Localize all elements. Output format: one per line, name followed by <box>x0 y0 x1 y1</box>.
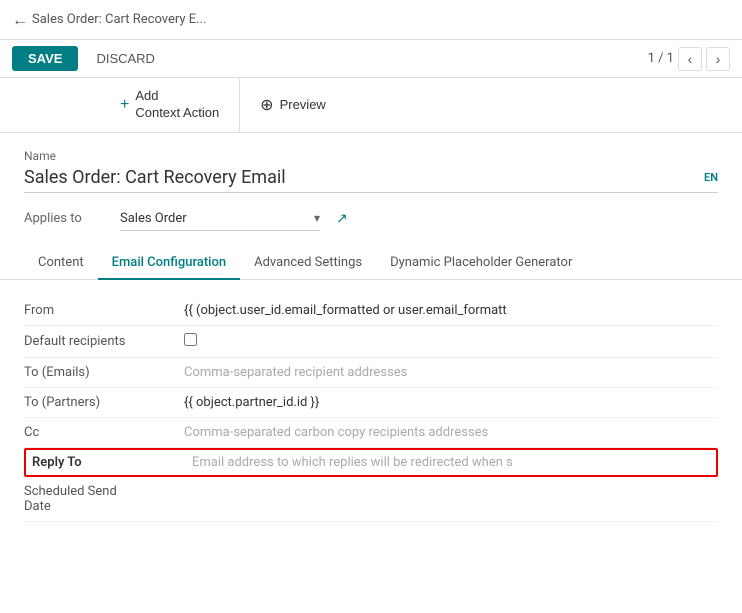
name-value[interactable]: Sales Order: Cart Recovery Email EN <box>24 167 718 193</box>
preview-icon: ⊕ <box>260 95 273 115</box>
tab-advanced-settings[interactable]: Advanced Settings <box>240 247 376 280</box>
to-emails-label: To (Emails) <box>24 365 184 380</box>
to-emails-value[interactable]: Comma-separated recipient addresses <box>184 365 718 380</box>
discard-button[interactable]: DISCARD <box>86 46 165 71</box>
dropdown-arrow-icon: ▾ <box>314 211 320 225</box>
next-button[interactable]: › <box>706 47 730 71</box>
preview-label: Preview <box>280 97 326 112</box>
to-partners-row: To (Partners) {{ object.partner_id.id }} <box>24 388 718 418</box>
tab-content[interactable]: Content <box>24 247 98 280</box>
default-recipients-checkbox[interactable] <box>184 333 197 346</box>
back-link[interactable]: ← Sales Order: Cart Recovery E... <box>12 10 206 30</box>
toolbar: + AddContext Action ⊕ Preview <box>0 78 742 133</box>
pagination: 1 / 1 ‹ › <box>648 47 730 71</box>
top-bar: ← Sales Order: Cart Recovery E... <box>0 0 742 40</box>
applies-to-row: Applies to Sales Order ▾ ↗ <box>24 207 718 231</box>
preview-button[interactable]: ⊕ Preview <box>240 85 346 125</box>
add-context-action-button[interactable]: + AddContext Action <box>100 78 240 132</box>
save-button[interactable]: SAVE <box>12 46 78 71</box>
scheduled-send-date-label: Scheduled SendDate <box>24 484 184 514</box>
cc-label: Cc <box>24 425 184 440</box>
from-label: From <box>24 303 184 318</box>
reply-to-label: Reply To <box>32 455 192 470</box>
lang-badge[interactable]: EN <box>704 171 718 184</box>
add-context-action-label: AddContext Action <box>135 88 219 122</box>
from-value[interactable]: {{ (object.user_id.email_formatted or us… <box>184 303 718 318</box>
pagination-text: 1 / 1 <box>648 51 674 66</box>
prev-button[interactable]: ‹ <box>678 47 702 71</box>
main-content: Name Sales Order: Cart Recovery Email EN… <box>0 133 742 538</box>
applies-to-select[interactable]: Sales Order ▾ <box>120 207 320 231</box>
back-link-label: Sales Order: Cart Recovery E... <box>32 12 206 27</box>
name-text: Sales Order: Cart Recovery Email <box>24 167 286 188</box>
reply-to-row: Reply To Email address to which replies … <box>24 448 718 477</box>
plus-icon: + <box>120 96 129 114</box>
name-field-group: Name Sales Order: Cart Recovery Email EN <box>24 149 718 193</box>
to-partners-label: To (Partners) <box>24 395 184 410</box>
back-arrow-icon: ← <box>12 10 28 30</box>
scheduled-send-date-row: Scheduled SendDate <box>24 477 718 522</box>
action-bar: SAVE DISCARD 1 / 1 ‹ › <box>0 40 742 78</box>
cc-value[interactable]: Comma-separated carbon copy recipients a… <box>184 425 718 440</box>
from-row: From {{ (object.user_id.email_formatted … <box>24 296 718 326</box>
cc-row: Cc Comma-separated carbon copy recipient… <box>24 418 718 448</box>
name-label: Name <box>24 149 718 163</box>
default-recipients-row: Default recipients <box>24 326 718 358</box>
default-recipients-value <box>184 333 718 350</box>
tabs: Content Email Configuration Advanced Set… <box>0 247 742 280</box>
applies-to-label: Applies to <box>24 211 104 226</box>
to-partners-value[interactable]: {{ object.partner_id.id }} <box>184 395 718 410</box>
reply-to-value[interactable]: Email address to which replies will be r… <box>192 455 710 470</box>
default-recipients-label: Default recipients <box>24 334 184 349</box>
external-link-icon[interactable]: ↗ <box>336 211 348 227</box>
tab-dynamic-placeholder[interactable]: Dynamic Placeholder Generator <box>376 247 586 280</box>
form-table: From {{ (object.user_id.email_formatted … <box>24 296 718 522</box>
applies-to-value: Sales Order <box>120 211 310 226</box>
to-emails-row: To (Emails) Comma-separated recipient ad… <box>24 358 718 388</box>
tab-email-configuration[interactable]: Email Configuration <box>98 247 240 280</box>
